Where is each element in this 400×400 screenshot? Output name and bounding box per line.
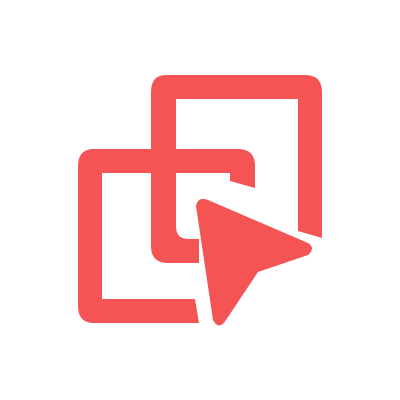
cursor-arrow-icon bbox=[196, 198, 312, 326]
overlapping-squares-cursor-icon bbox=[78, 75, 322, 326]
icon-canvas bbox=[0, 0, 400, 400]
